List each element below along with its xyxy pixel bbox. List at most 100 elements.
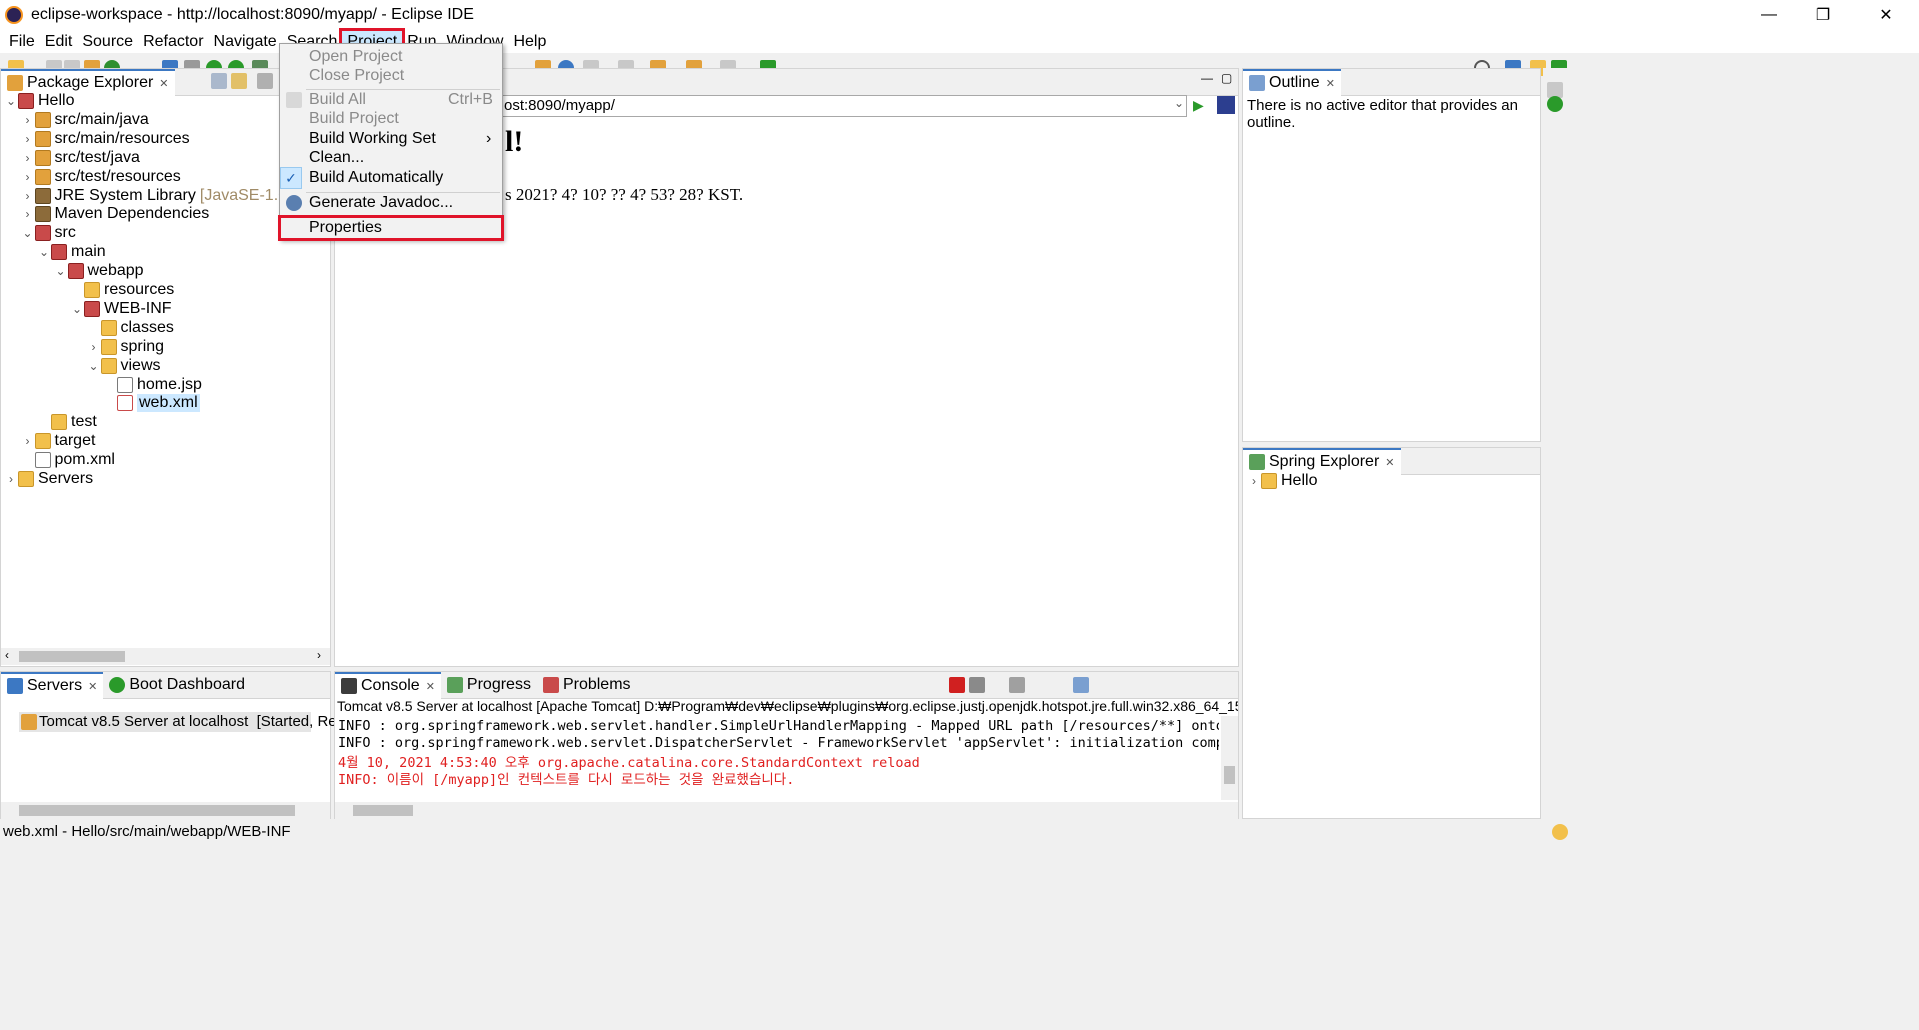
menu-navigate[interactable]: Navigate bbox=[209, 31, 282, 53]
file-icon bbox=[117, 376, 133, 393]
minimize-button[interactable]: — bbox=[1746, 0, 1792, 30]
package-explorer-icon bbox=[7, 75, 23, 91]
menu-file[interactable]: File bbox=[4, 31, 40, 53]
console-output[interactable]: INFO : org.springframework.web.servlet.h… bbox=[335, 716, 1219, 800]
console-line: INFO : org.springframework.web.servlet.h… bbox=[338, 718, 1219, 734]
console-hscrollbar[interactable] bbox=[335, 802, 1238, 819]
scroll-right-icon[interactable]: › bbox=[317, 648, 321, 662]
url-text: ost:8090/myapp/ bbox=[504, 97, 615, 114]
menu-item-label: Generate Javadoc... bbox=[309, 194, 454, 211]
go-icon[interactable]: ▶ bbox=[1193, 97, 1204, 114]
tree-item-label: spring bbox=[120, 337, 165, 355]
menu-item-label: Build Working Set bbox=[309, 130, 436, 147]
link-with-editor-icon[interactable] bbox=[231, 73, 247, 89]
server-row-label: Tomcat v8.5 Server at localhost [Started… bbox=[39, 713, 370, 730]
close-tab-icon[interactable]: ✕ bbox=[1385, 456, 1394, 469]
expand-arrow-icon[interactable]: ⌄ bbox=[37, 245, 51, 259]
scroll-left-icon[interactable]: ‹ bbox=[5, 648, 9, 662]
pin-console-icon[interactable] bbox=[1073, 677, 1089, 693]
menu-item-label: Build Project bbox=[309, 110, 399, 127]
menu-item-build-project[interactable]: Build Project bbox=[280, 108, 502, 130]
tree-item-label: src/test/resources bbox=[54, 167, 181, 185]
tab-outline[interactable]: Outline ✕ bbox=[1243, 68, 1341, 96]
menu-item-label: Clean... bbox=[309, 149, 365, 166]
close-tab-icon[interactable]: ✕ bbox=[426, 680, 435, 693]
expand-arrow-icon[interactable]: ⌄ bbox=[4, 94, 18, 108]
remove-launch-icon[interactable] bbox=[969, 677, 985, 693]
menu-item-properties[interactable]: Properties bbox=[278, 215, 504, 241]
package-explorer-hscrollbar[interactable]: ‹ › bbox=[1, 648, 330, 665]
notification-icon[interactable] bbox=[1552, 824, 1568, 840]
tree-item-label: src/main/java bbox=[54, 110, 149, 128]
expand-arrow-icon[interactable]: › bbox=[21, 170, 35, 184]
menu-item-build-automatically[interactable]: ✓ Build Automatically bbox=[280, 167, 502, 189]
tab-problems[interactable]: Problems bbox=[537, 672, 637, 699]
proj-icon bbox=[84, 300, 100, 317]
tree-item-label: src/main/resources bbox=[54, 129, 190, 147]
spring-tree-item[interactable]: › Hello bbox=[1247, 470, 1317, 492]
servers-hscrollbar[interactable] bbox=[1, 802, 330, 819]
menu-item-label: Open Project bbox=[309, 48, 403, 65]
menu-item-generate-javadoc[interactable]: Generate Javadoc... bbox=[280, 192, 502, 214]
menu-edit[interactable]: Edit bbox=[40, 31, 78, 53]
minimize-icon[interactable]: — bbox=[1201, 71, 1213, 85]
close-button[interactable]: ✕ bbox=[1863, 0, 1909, 30]
boot-dashboard-icon bbox=[109, 677, 126, 693]
boot-view-icon[interactable] bbox=[1547, 96, 1563, 112]
tree-item[interactable]: web.xml bbox=[103, 392, 200, 414]
scroll-thumb[interactable] bbox=[353, 805, 413, 816]
tree-item-label: resources bbox=[104, 281, 175, 298]
tree-item[interactable]: › Servers bbox=[4, 468, 93, 490]
expand-arrow-icon[interactable]: ⌄ bbox=[87, 359, 101, 373]
expand-arrow-icon[interactable]: › bbox=[21, 151, 35, 165]
expand-arrow-icon[interactable]: › bbox=[21, 132, 35, 146]
tree-item-label: Servers bbox=[38, 470, 94, 487]
outline-message: There is no active editor that provides … bbox=[1247, 97, 1518, 131]
proj-icon bbox=[34, 225, 51, 242]
menu-refactor[interactable]: Refactor bbox=[138, 31, 208, 53]
expand-arrow-icon[interactable]: › bbox=[21, 207, 35, 221]
clear-console-icon[interactable] bbox=[1009, 677, 1025, 693]
expand-arrow-icon[interactable]: › bbox=[4, 472, 18, 486]
close-tab-icon[interactable]: ✕ bbox=[88, 680, 97, 693]
scroll-thumb[interactable] bbox=[1224, 766, 1235, 784]
expand-arrow-icon[interactable]: ⌄ bbox=[70, 302, 84, 316]
terminate-icon[interactable] bbox=[949, 677, 965, 693]
folder-icon bbox=[51, 414, 67, 431]
expand-arrow-icon[interactable]: › bbox=[1247, 474, 1261, 488]
folder-icon bbox=[100, 357, 117, 374]
restore-button[interactable]: ❐ bbox=[1800, 0, 1846, 30]
menu-item-clean[interactable]: Clean... bbox=[280, 147, 502, 169]
server-row[interactable]: Tomcat v8.5 Server at localhost [Started… bbox=[19, 712, 370, 732]
tomcat-icon bbox=[21, 714, 37, 730]
expand-arrow-icon[interactable]: › bbox=[21, 434, 35, 448]
title-bar: eclipse-workspace - http://localhost:809… bbox=[0, 0, 1919, 30]
tree-item-suffix: [JavaSE-1.6] bbox=[199, 186, 292, 204]
console-line: INFO: 이름이 [/myapp]인 컨텍스트를 다시 로드하는 것을 완료했… bbox=[338, 771, 795, 788]
tab-servers[interactable]: Servers ✕ bbox=[1, 671, 104, 699]
tab-boot-dashboard[interactable]: Boot Dashboard bbox=[103, 672, 251, 699]
menu-source[interactable]: Source bbox=[77, 31, 138, 53]
tab-console[interactable]: Console ✕ bbox=[335, 671, 441, 699]
view-menu-icon[interactable] bbox=[257, 73, 273, 89]
expand-arrow-icon[interactable]: ⌄ bbox=[21, 226, 35, 240]
maximize-icon[interactable]: ▢ bbox=[1221, 71, 1232, 85]
close-tab-icon[interactable]: ✕ bbox=[159, 77, 168, 90]
scroll-thumb[interactable] bbox=[19, 651, 125, 662]
menu-item-close-project[interactable]: Close Project bbox=[280, 65, 502, 87]
tree-item-label: test bbox=[71, 413, 97, 431]
close-tab-icon[interactable]: ✕ bbox=[1326, 77, 1335, 90]
scroll-thumb[interactable] bbox=[19, 805, 295, 816]
expand-arrow-icon[interactable]: › bbox=[21, 113, 35, 127]
menu-help[interactable]: Help bbox=[508, 31, 551, 53]
menu-item-label: Build Automatically bbox=[309, 169, 444, 186]
browser-menu-icon[interactable] bbox=[1217, 96, 1235, 114]
url-dropdown-icon[interactable]: ⌄ bbox=[1174, 96, 1184, 110]
expand-arrow-icon[interactable]: › bbox=[21, 189, 35, 203]
tab-progress[interactable]: Progress bbox=[441, 672, 537, 699]
collapse-all-icon[interactable] bbox=[211, 73, 227, 89]
console-vscrollbar[interactable] bbox=[1221, 716, 1238, 800]
expand-arrow-icon[interactable]: › bbox=[87, 340, 101, 354]
expand-arrow-icon[interactable]: ⌄ bbox=[54, 264, 68, 278]
proj-icon bbox=[67, 263, 84, 280]
